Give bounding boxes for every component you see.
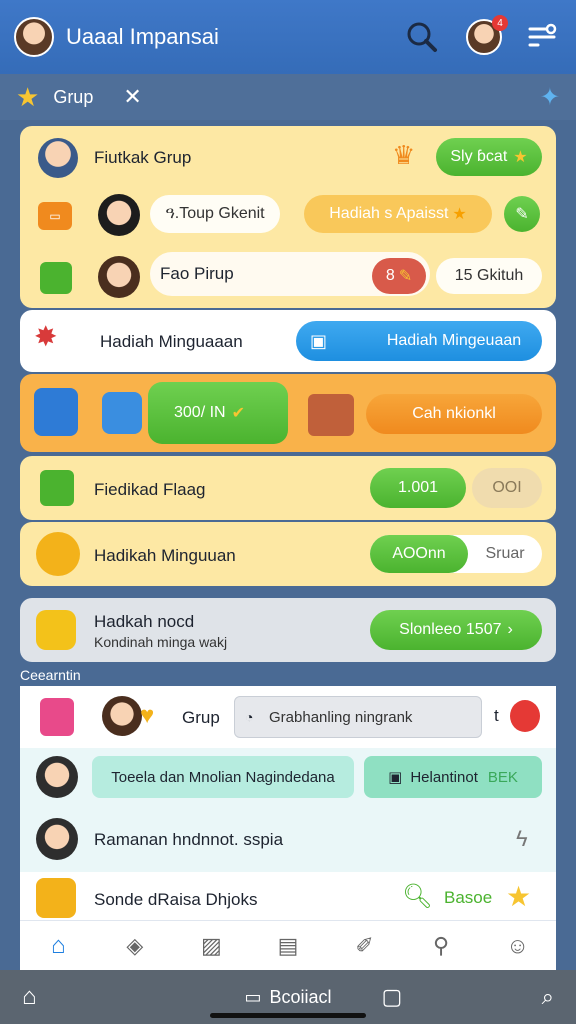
avatar bbox=[36, 818, 78, 860]
avatar bbox=[36, 756, 78, 798]
gift-icon bbox=[40, 470, 74, 506]
search-icon[interactable]: 🔍︎ bbox=[402, 882, 432, 911]
avatar bbox=[98, 256, 140, 298]
section-heading: Ceearntin bbox=[20, 667, 81, 683]
weekly-toggle-label: Hadikah Minguuan bbox=[94, 546, 236, 565]
notice-subtitle: Kondinah minga wakj bbox=[94, 634, 228, 650]
group-title: Fiutkak Grup bbox=[94, 148, 192, 167]
user-avatar[interactable] bbox=[14, 17, 54, 57]
tab-bar: ⌂ ◈ ▨ ▤ ✐ ⚲ ☺ bbox=[20, 920, 556, 970]
claim-button[interactable]: Cah nkionkl bbox=[366, 394, 542, 434]
search-input[interactable]: ◔ Grabhanling ningrank bbox=[234, 696, 482, 738]
bolt-icon[interactable]: ϟ bbox=[516, 826, 528, 852]
status-pill[interactable]: 15 Gkituh bbox=[436, 258, 542, 294]
toggle-off: Sruar bbox=[485, 545, 525, 562]
avatar bbox=[98, 194, 140, 236]
cup-icon: ♥ bbox=[140, 702, 155, 729]
weekly-toggle-card: Hadikah Minguuan AOOnn Sruar bbox=[20, 522, 556, 586]
list-item[interactable]: Ramanan hndnnot. sspia ϟ bbox=[20, 810, 556, 872]
edit-icon[interactable]: ✎ bbox=[504, 196, 540, 232]
reward-pill[interactable]: Hadiah s Apaisst ★ bbox=[304, 195, 492, 233]
member-name-pill[interactable]: ዓ.Toup Gkenit bbox=[150, 195, 280, 233]
chat-icon: ▭ bbox=[38, 202, 72, 230]
list-button[interactable]: Basoe bbox=[444, 888, 492, 908]
tabs-icon[interactable]: ▭ bbox=[245, 987, 262, 1008]
trophy-icon: ♛ bbox=[392, 140, 416, 170]
sword-icon[interactable]: ✕ bbox=[123, 84, 141, 110]
status-letter: t bbox=[494, 706, 499, 725]
lock-icon bbox=[36, 610, 76, 650]
grup-tab[interactable]: Grup bbox=[53, 87, 93, 108]
system-center-label: Bcoiiacl bbox=[269, 986, 332, 1007]
notice-action-button[interactable]: Slonleeo 1507 › bbox=[370, 610, 542, 650]
avatar bbox=[102, 696, 142, 736]
toggle-on: AOOnn bbox=[370, 535, 468, 573]
weekly-toggle[interactable]: AOOnn Sruar bbox=[370, 535, 542, 573]
list-item-label: Grup bbox=[182, 708, 220, 727]
count-badge[interactable]: 8 ✎ bbox=[372, 258, 426, 294]
home-icon[interactable]: ⌂ bbox=[22, 983, 37, 1011]
search-icon[interactable] bbox=[402, 17, 442, 57]
leaf-icon[interactable]: ✐ bbox=[345, 926, 385, 966]
alert-icon[interactable] bbox=[510, 700, 540, 732]
list-item[interactable]: ♥ Grup ◔ Grabhanling ningrank t bbox=[20, 686, 556, 748]
list-item[interactable]: Sonde dRaisa Dhjoks 🔍︎ Basoe ★ bbox=[20, 872, 556, 920]
system-nav-bar: ⌂ ▭ Bcoiiacl ▢ ⌕ bbox=[0, 970, 576, 1024]
flag-value-pill[interactable]: 1.001 bbox=[370, 468, 466, 508]
filter-icon[interactable] bbox=[522, 17, 562, 57]
gift-icon bbox=[40, 698, 74, 736]
notice-title: Hadkah nocd bbox=[94, 612, 195, 631]
recents-icon[interactable]: ▢ bbox=[382, 984, 403, 1010]
house-icon bbox=[308, 394, 354, 436]
list-item-label: Ramanan hndnnot. sspia bbox=[94, 830, 284, 849]
weekly-reward-label: Hadiah Minguaaan bbox=[100, 332, 243, 351]
wallet-icon: ▣ bbox=[388, 769, 403, 786]
progress-card: 300/ IN ✔ Cah nkionkl bbox=[20, 374, 556, 452]
group-card: Fiutkak Grup ♛ Sly ɓcat ★ ▭ ዓ.Toup Gkenit… bbox=[20, 126, 556, 308]
chip-secondary[interactable]: ▣ Helantinot BEK bbox=[364, 756, 542, 798]
list-item[interactable]: Toeela dan Mnolian Nagindedana ▣ Helanti… bbox=[20, 748, 556, 810]
sub-bar: ★ Grup ✕ ✦ bbox=[0, 74, 576, 120]
list-item-label: Sonde dRaisa Dhjoks bbox=[94, 890, 258, 909]
reward-burst-icon: ✸ bbox=[34, 321, 58, 352]
star-icon[interactable]: ★ bbox=[506, 880, 531, 913]
star-icon: ★ bbox=[16, 81, 40, 112]
compass-icon[interactable]: ◈ bbox=[115, 926, 155, 966]
gift-bag-icon bbox=[40, 262, 72, 294]
flag-secondary-pill[interactable]: OOI bbox=[472, 468, 542, 508]
app-title: Uaaal Impansai bbox=[66, 24, 219, 49]
card-icon[interactable]: ▤ bbox=[268, 926, 308, 966]
notice-card: Hadkah nocd Kondinah minga wakj Slonleeo… bbox=[20, 598, 556, 662]
clock-icon: ◔ bbox=[245, 709, 254, 725]
profile-avatar-button[interactable]: 4 bbox=[464, 15, 508, 57]
home-icon[interactable]: ⌂ bbox=[38, 926, 78, 966]
profile-icon[interactable]: ☺ bbox=[498, 926, 538, 966]
location-icon[interactable]: ⚲ bbox=[421, 926, 461, 966]
flag-card: Fiedikad Flaag 1.001 OOI bbox=[20, 456, 556, 520]
pin-icon[interactable]: ✦ bbox=[540, 83, 560, 112]
notification-badge: 4 bbox=[492, 15, 508, 31]
lemon-icon bbox=[36, 532, 80, 576]
cup-icon: ▣ bbox=[310, 330, 328, 351]
weekly-reward-card: ✸ Hadiah Minguaaan ▣ Hadiah Mingeuaan bbox=[20, 310, 556, 372]
envelope-icon bbox=[36, 878, 76, 918]
chip-primary[interactable]: Toeela dan Mnolian Nagindedana bbox=[92, 756, 354, 798]
search-icon[interactable]: ⌕ bbox=[542, 984, 554, 1010]
progress-pill[interactable]: 300/ IN ✔ bbox=[148, 382, 288, 444]
box-icon bbox=[34, 388, 78, 436]
group-action-button[interactable]: Sly ɓcat ★ bbox=[436, 138, 542, 176]
avatar bbox=[38, 138, 78, 178]
app-bar: Uaaal Impansai 4 bbox=[0, 0, 576, 74]
home-indicator[interactable] bbox=[210, 1013, 366, 1018]
flag-label: Fiedikad Flaag bbox=[94, 480, 206, 499]
weekly-reward-button[interactable]: ▣ Hadiah Mingeuaan bbox=[296, 321, 542, 361]
box-icon bbox=[102, 392, 142, 434]
gallery-icon[interactable]: ▨ bbox=[191, 926, 231, 966]
